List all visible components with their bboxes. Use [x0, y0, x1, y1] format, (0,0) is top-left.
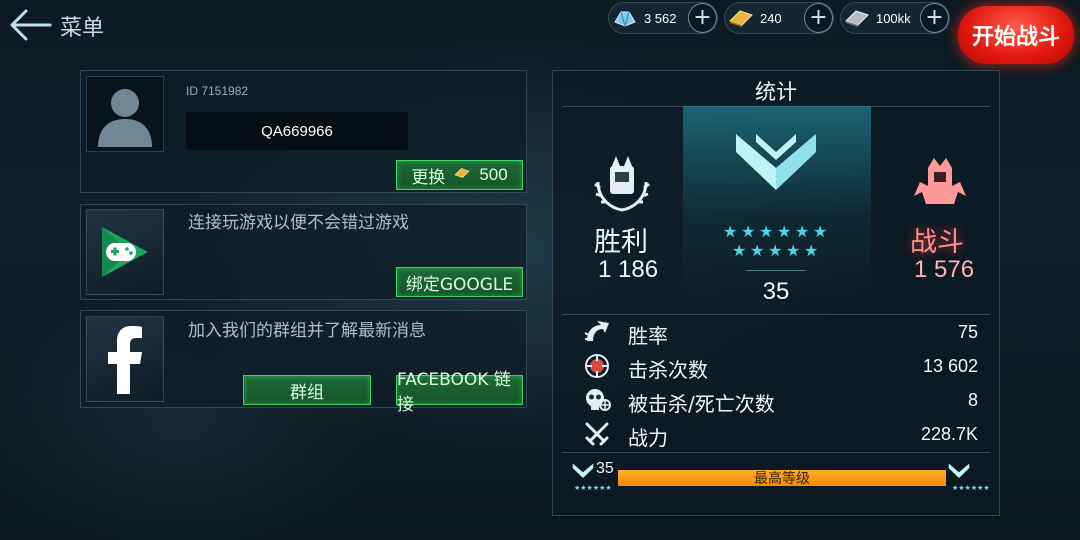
rank-star: ★	[786, 241, 801, 260]
facebook-icon	[108, 326, 142, 394]
gold-bar-icon	[453, 165, 471, 185]
stat-row-label-winrate: 胜率	[628, 324, 668, 348]
rank-star: ★	[759, 222, 774, 241]
stats-title: 统计	[755, 80, 797, 104]
rank-star: ★	[777, 222, 792, 241]
stat-row-value-power: 228.7K	[920, 424, 978, 444]
crystal-resource: 3 562 +	[608, 2, 718, 34]
level-progress-bar: 最高等级	[618, 470, 946, 487]
rank-star: ★	[723, 222, 738, 241]
facebook-prompt-text: 加入我们的群组并了解最新消息	[188, 321, 426, 341]
google-play-games-tile	[86, 209, 164, 295]
rank-star: ★	[750, 241, 765, 260]
target-icon	[582, 352, 612, 380]
user-silhouette-icon	[98, 89, 152, 147]
level-next-badge: ★★★★★★	[948, 460, 992, 496]
stat-row-label-power: 战力	[628, 426, 668, 450]
stat-row-label-deaths: 被击杀/死亡次数	[628, 392, 775, 416]
menu-title: 菜单	[60, 16, 105, 41]
bind-google-button[interactable]: 绑定GOOGLE	[396, 267, 523, 297]
change-cost: 500	[479, 165, 508, 184]
add-silver-button[interactable]: +	[919, 3, 949, 33]
rank-level: 35	[762, 278, 790, 305]
silver-resource: 100kk +	[840, 2, 950, 34]
rank-star: ★	[804, 241, 819, 260]
rank-divider	[746, 270, 806, 271]
change-name-button[interactable]: 更换 500	[396, 160, 523, 190]
silver-value: 100kk	[875, 10, 911, 26]
stat-row-value-winrate: 75	[957, 322, 978, 342]
player-id: ID 7151982	[186, 84, 249, 98]
level-current-stars: ★★★★★★	[574, 484, 612, 492]
rank-star: ★	[768, 241, 783, 260]
add-gold-button[interactable]: +	[803, 3, 833, 33]
rank-star: ★	[732, 241, 747, 260]
rank-star: ★	[741, 222, 756, 241]
rank-chevron-icon	[734, 128, 818, 198]
back-arrow-icon	[10, 9, 52, 41]
level-progress-text: 最高等级	[754, 471, 810, 487]
google-prompt-text: 连接玩游戏以便不会错过游戏	[188, 213, 409, 233]
start-battle-button[interactable]: 开始战斗	[958, 6, 1074, 64]
google-play-games-icon	[102, 227, 148, 277]
facebook-tile	[86, 316, 164, 402]
player-name-field[interactable]: QA669966	[186, 112, 408, 150]
level-current-badge: 35 ★★★★★★	[570, 460, 618, 496]
rank-star: ★	[795, 222, 810, 241]
add-crystals-button[interactable]: +	[687, 3, 717, 33]
gold-bar-icon	[727, 3, 756, 33]
gold-resource: 240 +	[724, 2, 834, 34]
stat-row-value-kills: 13 602	[922, 356, 978, 376]
stat-row-label-kills: 击杀次数	[628, 358, 708, 382]
rank-chevron-small-icon	[572, 463, 594, 478]
avatar[interactable]	[86, 76, 164, 152]
wins-label: 胜利	[594, 227, 648, 258]
change-label: 更换	[411, 167, 446, 188]
swords-icon	[582, 420, 612, 448]
battles-label: 战斗	[910, 227, 964, 258]
back-button[interactable]	[4, 6, 54, 44]
crystal-icon	[611, 3, 640, 33]
rank-stars: ★ ★ ★ ★ ★ ★ ★ ★ ★ ★ ★	[714, 222, 840, 262]
gold-value: 240	[759, 10, 782, 26]
group-button[interactable]: 群组	[243, 375, 371, 405]
silver-bar-icon	[843, 3, 872, 33]
battle-emblem-icon	[908, 152, 972, 216]
stats-divider	[562, 314, 990, 315]
level-next-stars: ★★★★★★	[952, 484, 990, 492]
wins-value: 1 186	[598, 256, 659, 283]
victory-emblem-icon	[590, 152, 654, 216]
facebook-link-button[interactable]: FACEBOOK 链接	[396, 370, 523, 415]
rank-chevron-small-icon	[948, 463, 970, 478]
crystal-value: 3 562	[643, 10, 677, 26]
level-current-value: 35	[596, 460, 614, 477]
level-divider	[562, 452, 990, 453]
winrate-icon	[582, 318, 612, 346]
stat-row-value-deaths: 8	[967, 390, 978, 410]
rank-star: ★	[813, 222, 828, 241]
skull-icon	[582, 386, 612, 414]
battles-value: 1 576	[914, 256, 975, 283]
